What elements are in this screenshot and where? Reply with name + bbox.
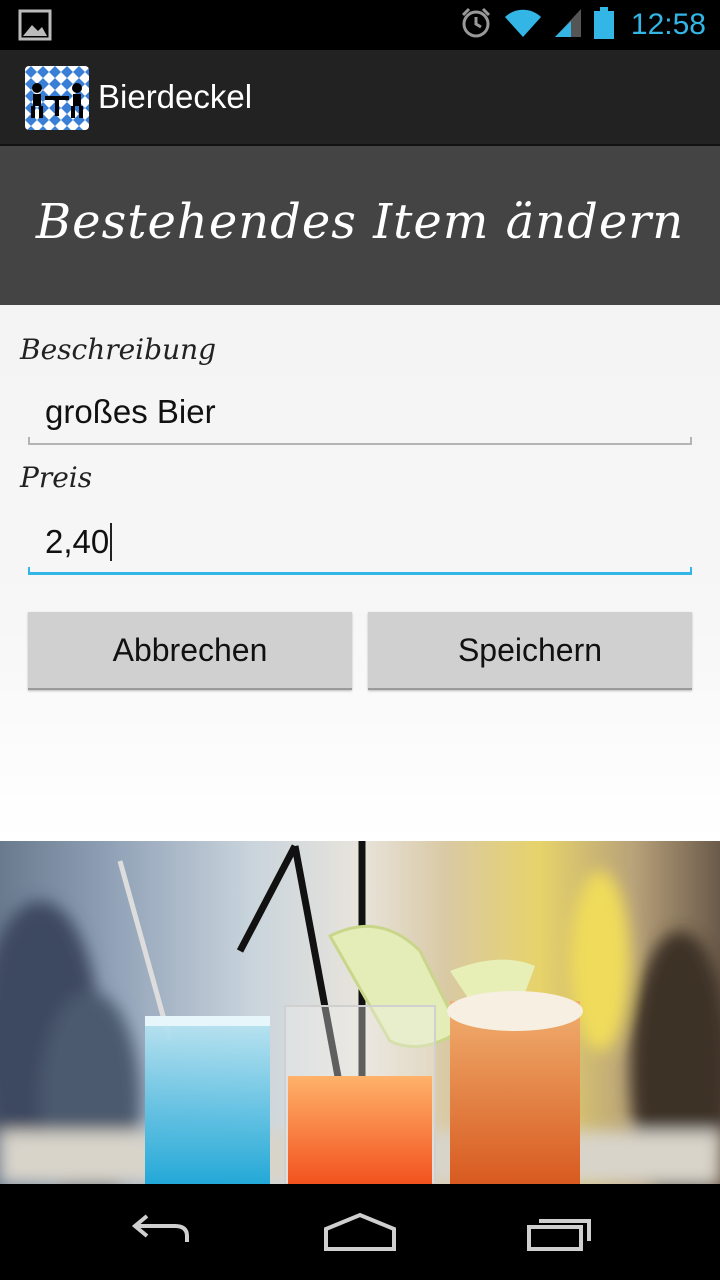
gallery-notification-icon <box>18 9 52 45</box>
save-button[interactable]: Speichern <box>368 612 692 690</box>
price-underline <box>28 567 692 575</box>
price-field[interactable]: 2,40 <box>28 515 692 575</box>
price-label: Preis <box>20 461 93 494</box>
page-title: Bestehendes Item ändern <box>35 194 685 250</box>
cocktail-glasses-image <box>0 841 720 1184</box>
description-label: Beschreibung <box>20 333 217 366</box>
description-value: großes Bier <box>45 393 216 430</box>
description-underline <box>28 437 692 445</box>
clock: 12:58 <box>630 8 706 41</box>
navigation-bar <box>0 1184 720 1280</box>
cancel-button[interactable]: Abbrechen <box>28 612 352 690</box>
signal-icon <box>553 7 583 43</box>
edit-item-form: Beschreibung großes Bier Preis 2,40 Abbr… <box>0 305 720 841</box>
wifi-icon <box>503 7 543 43</box>
bavarian-table-icon[interactable] <box>25 66 89 130</box>
app-title: Bierdeckel <box>98 78 253 115</box>
alarm-icon <box>459 6 493 44</box>
battery-icon <box>593 6 615 44</box>
recent-apps-icon[interactable] <box>500 1204 620 1260</box>
page-header: Bestehendes Item ändern <box>0 146 720 305</box>
description-field[interactable]: großes Bier <box>28 385 692 445</box>
action-bar: Bierdeckel <box>0 50 720 146</box>
back-icon[interactable] <box>100 1204 220 1260</box>
status-bar: 12:58 <box>0 0 720 50</box>
price-value: 2,40 <box>45 523 110 560</box>
text-cursor <box>110 523 113 561</box>
home-icon[interactable] <box>300 1204 420 1260</box>
